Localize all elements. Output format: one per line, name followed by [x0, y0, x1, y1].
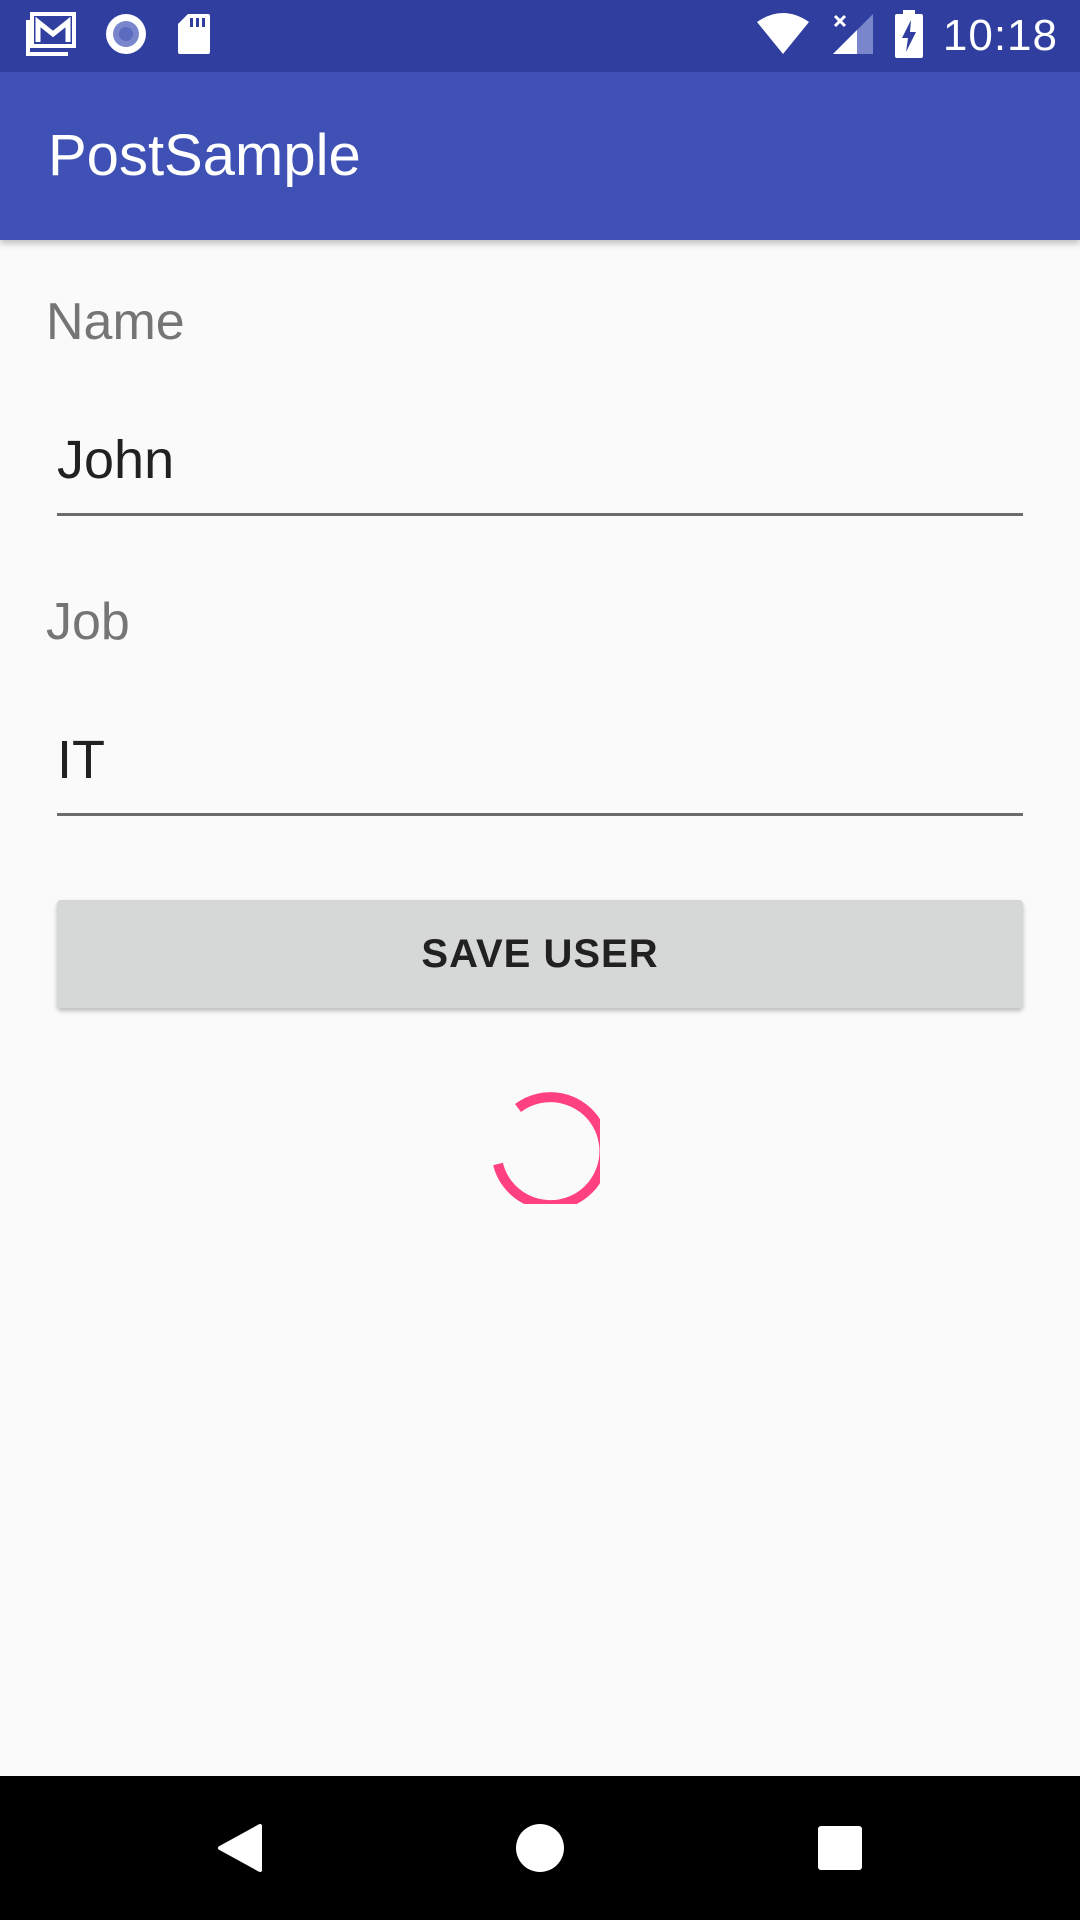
status-bar: 10:18: [0, 0, 1080, 72]
job-label: Job: [46, 593, 130, 651]
screen: 10:18 PostSample Name Job SAVE USER: [0, 0, 1080, 1920]
name-label: Name: [46, 293, 185, 351]
status-time: 10:18: [942, 11, 1058, 60]
app-bar: PostSample: [0, 72, 1080, 240]
navigation-bar: [0, 1776, 1080, 1920]
name-input[interactable]: [57, 416, 1023, 516]
app-title: PostSample: [48, 123, 361, 188]
job-input[interactable]: [57, 716, 1023, 816]
home-icon[interactable]: [504, 1812, 576, 1884]
recents-icon[interactable]: [804, 1812, 876, 1884]
sd-card-icon: [176, 12, 212, 61]
record-icon: [104, 12, 148, 61]
status-bar-left-icons: [26, 11, 212, 61]
back-icon[interactable]: [204, 1812, 276, 1884]
signal-icon: [831, 12, 875, 61]
status-bar-right-icons: 10:18: [755, 8, 1058, 64]
gmail-icon: [26, 11, 76, 61]
save-user-button[interactable]: SAVE USER: [57, 900, 1023, 1008]
battery-charging-icon: [894, 9, 923, 63]
wifi-icon: [755, 12, 811, 61]
loading-spinner-icon: [480, 1084, 610, 1211]
